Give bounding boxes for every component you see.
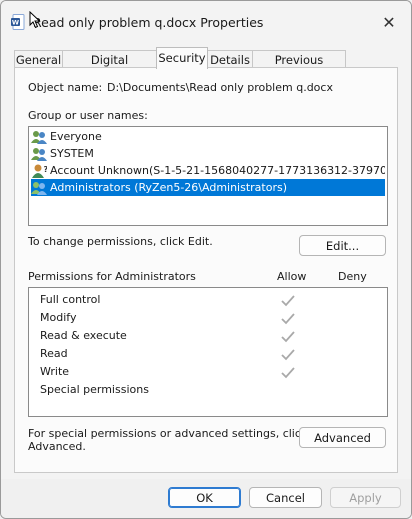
window-title: Read only problem q.docx Properties xyxy=(33,15,264,30)
allow-check-icon xyxy=(281,313,295,325)
advanced-button[interactable]: Advanced xyxy=(299,427,386,448)
permission-full-control: Full control xyxy=(40,293,101,306)
deny-column-header: Deny xyxy=(338,270,367,283)
svg-text:?: ? xyxy=(44,165,48,174)
tab-security[interactable]: Security xyxy=(156,47,208,69)
close-button[interactable]: ✕ xyxy=(367,1,411,43)
unknown-user-icon: ? xyxy=(32,164,48,178)
object-name-label: Object name: xyxy=(28,81,103,94)
tab-previous-versions[interactable]: Previous Versions xyxy=(252,50,346,85)
properties-window: W Read only problem q.docx Properties ✕ … xyxy=(0,0,412,519)
dialog-footer: OK Cancel Apply xyxy=(1,479,411,518)
mouse-cursor-icon xyxy=(29,11,41,29)
tab-details[interactable]: Details xyxy=(207,50,253,68)
cancel-button[interactable]: Cancel xyxy=(249,487,322,508)
group-icon xyxy=(31,147,47,161)
permission-write: Write xyxy=(40,365,70,378)
permissions-list: Full control Modify Read & execute Read … xyxy=(28,287,388,417)
group-icon xyxy=(31,181,47,195)
special-permissions-text-line2: Advanced. xyxy=(28,440,86,453)
special-permissions-text-line1: For special permissions or advanced sett… xyxy=(28,427,308,440)
user-name: Administrators (RyZen5-26\Administrators… xyxy=(50,181,288,194)
ok-button[interactable]: OK xyxy=(168,487,241,508)
user-item-administrators[interactable]: Administrators (RyZen5-26\Administrators… xyxy=(31,179,385,196)
title-bar[interactable]: W Read only problem q.docx Properties ✕ xyxy=(1,1,411,43)
group-icon xyxy=(31,130,47,144)
word-document-icon: W xyxy=(11,14,25,30)
edit-button[interactable]: Edit... xyxy=(299,235,386,256)
close-icon: ✕ xyxy=(382,12,396,32)
object-name-value: D:\Documents\Read only problem q.docx xyxy=(107,81,333,94)
svg-text:W: W xyxy=(12,19,19,27)
tab-general[interactable]: General xyxy=(14,50,63,68)
group-names-label: Group or user names: xyxy=(28,109,148,122)
user-name: Account Unknown(S-1-5-21-1568040277-1773… xyxy=(50,164,385,177)
user-name: Everyone xyxy=(50,130,102,143)
user-item-everyone[interactable]: Everyone xyxy=(31,128,385,145)
permissions-for-label: Permissions for Administrators xyxy=(28,270,196,283)
allow-column-header: Allow xyxy=(277,270,307,283)
permission-read: Read xyxy=(40,347,68,360)
allow-check-icon xyxy=(281,367,295,379)
permission-read-execute: Read & execute xyxy=(40,329,127,342)
allow-check-icon xyxy=(281,331,295,343)
change-permissions-text: To change permissions, click Edit. xyxy=(28,235,213,248)
user-list[interactable]: Everyone SYSTEM ? Account Unknown(S-1-5-… xyxy=(28,126,388,226)
allow-check-icon xyxy=(281,349,295,361)
allow-check-icon xyxy=(281,295,295,307)
tab-digital-signatures[interactable]: Digital Signatures xyxy=(62,50,157,85)
permission-special: Special permissions xyxy=(40,383,149,396)
user-name: SYSTEM xyxy=(50,147,94,160)
apply-button[interactable]: Apply xyxy=(330,487,401,508)
user-item-system[interactable]: SYSTEM xyxy=(31,145,385,162)
permission-modify: Modify xyxy=(40,311,77,324)
user-item-account-unknown[interactable]: ? Account Unknown(S-1-5-21-1568040277-17… xyxy=(31,162,385,179)
